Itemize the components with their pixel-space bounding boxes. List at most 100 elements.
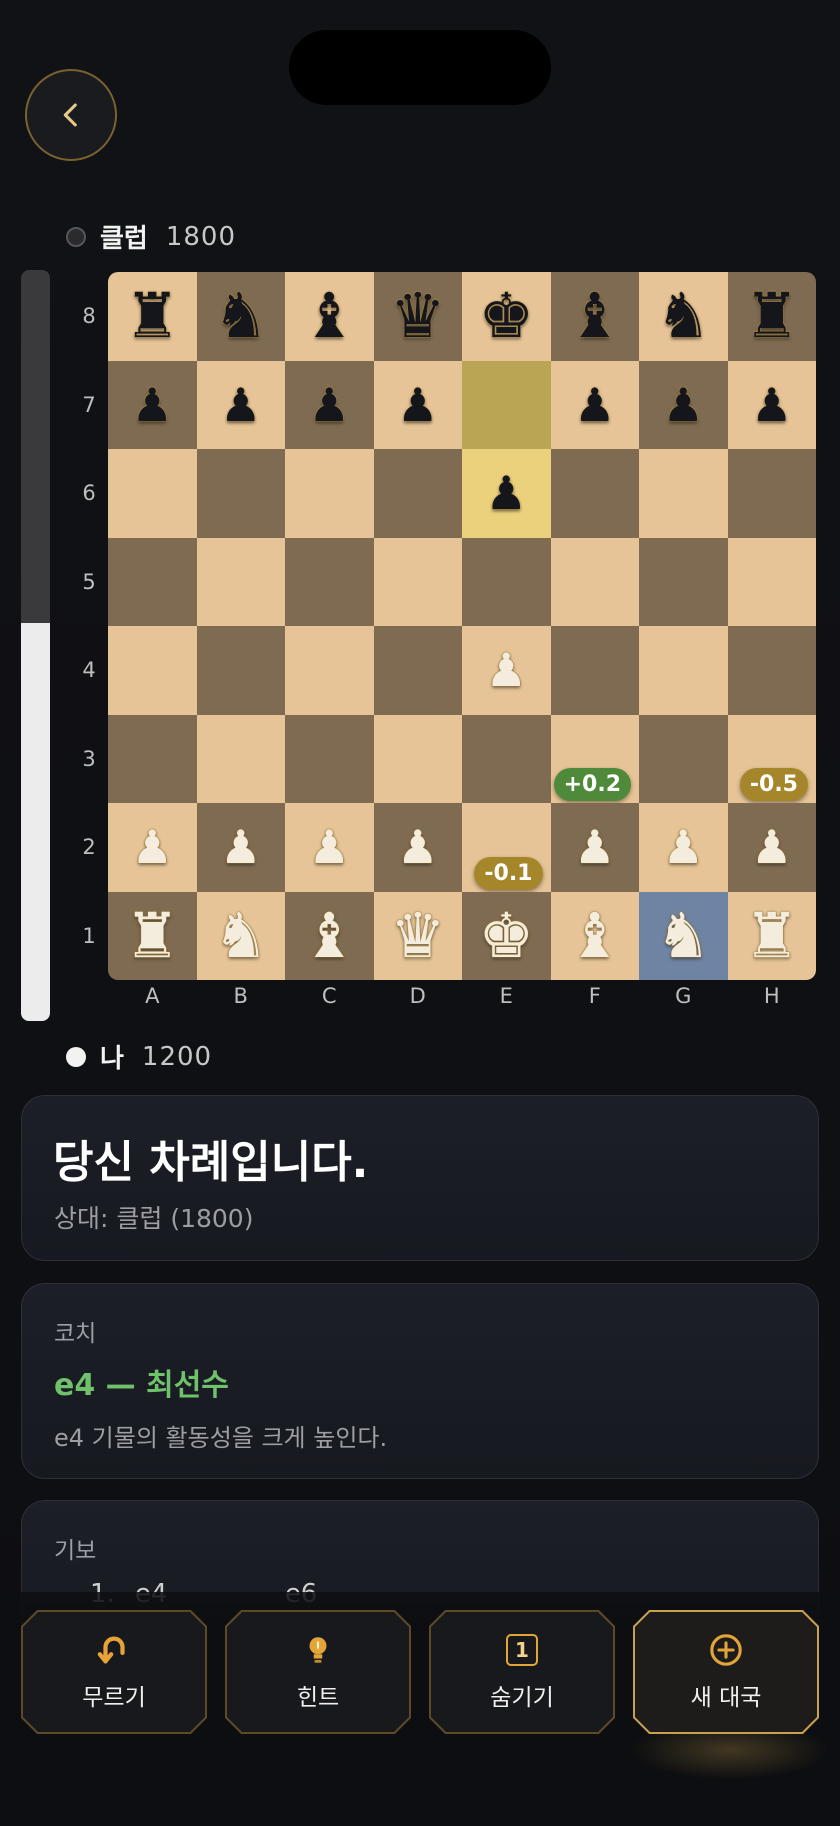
square-d8[interactable]: ♛ — [373, 272, 462, 361]
square-d5[interactable] — [373, 537, 462, 626]
square-a7[interactable]: ♟ — [108, 360, 197, 449]
square-c7[interactable]: ♟ — [285, 360, 374, 449]
square-a1[interactable]: ♜ — [108, 891, 197, 980]
square-h5[interactable] — [727, 537, 816, 626]
black-pawn-icon[interactable]: ♟ — [132, 382, 173, 428]
white-pawn-icon[interactable]: ♟ — [486, 647, 527, 693]
square-e5[interactable] — [462, 537, 551, 626]
square-b7[interactable]: ♟ — [196, 360, 285, 449]
square-a3[interactable] — [108, 714, 197, 803]
square-b4[interactable] — [196, 626, 285, 715]
square-h2[interactable]: ♟ — [727, 803, 816, 892]
square-e1[interactable]: ♚ — [462, 891, 551, 980]
square-c5[interactable] — [285, 537, 374, 626]
square-f7[interactable]: ♟ — [550, 360, 639, 449]
square-g5[interactable] — [639, 537, 728, 626]
black-pawn-icon[interactable]: ♟ — [663, 382, 704, 428]
square-g3[interactable] — [639, 714, 728, 803]
black-pawn-icon[interactable]: ♟ — [486, 470, 527, 516]
black-pawn-icon[interactable]: ♟ — [220, 382, 261, 428]
square-b1[interactable]: ♞ — [196, 891, 285, 980]
square-f1[interactable]: ♝ — [550, 891, 639, 980]
square-f2[interactable]: ♟ — [550, 803, 639, 892]
square-b6[interactable] — [196, 449, 285, 538]
white-pawn-icon[interactable]: ♟ — [751, 824, 792, 870]
hide-eval-button[interactable]: 1 숨기기 — [429, 1610, 615, 1734]
square-c1[interactable]: ♝ — [285, 891, 374, 980]
black-queen-icon[interactable]: ♛ — [390, 285, 446, 347]
square-f8[interactable]: ♝ — [550, 272, 639, 361]
black-rook-icon[interactable]: ♜ — [744, 285, 800, 347]
square-a6[interactable] — [108, 449, 197, 538]
square-d1[interactable]: ♛ — [373, 891, 462, 980]
square-c3[interactable] — [285, 714, 374, 803]
white-pawn-icon[interactable]: ♟ — [397, 824, 438, 870]
square-e6[interactable]: ♟ — [462, 449, 551, 538]
square-h4[interactable] — [727, 626, 816, 715]
white-knight-icon[interactable]: ♞ — [655, 904, 711, 967]
black-pawn-icon[interactable]: ♟ — [574, 382, 615, 428]
square-b3[interactable] — [196, 714, 285, 803]
hint-button[interactable]: 힌트 — [225, 1610, 411, 1734]
square-d3[interactable] — [373, 714, 462, 803]
square-d2[interactable]: ♟ — [373, 803, 462, 892]
back-button[interactable] — [25, 69, 117, 161]
square-f3[interactable]: +0.2 — [550, 714, 639, 803]
square-b2[interactable]: ♟ — [196, 803, 285, 892]
black-knight-icon[interactable]: ♞ — [655, 285, 711, 347]
square-a8[interactable]: ♜ — [108, 272, 197, 361]
square-h7[interactable]: ♟ — [727, 360, 816, 449]
square-e4[interactable]: ♟ — [462, 626, 551, 715]
square-g4[interactable] — [639, 626, 728, 715]
square-d6[interactable] — [373, 449, 462, 538]
white-bishop-icon[interactable]: ♝ — [301, 904, 357, 967]
square-h8[interactable]: ♜ — [727, 272, 816, 361]
square-g1[interactable]: ♞ — [639, 891, 728, 980]
black-pawn-icon[interactable]: ♟ — [751, 382, 792, 428]
black-king-icon[interactable]: ♚ — [478, 285, 534, 347]
square-h1[interactable]: ♜ — [727, 891, 816, 980]
square-f5[interactable] — [550, 537, 639, 626]
chess-board[interactable]: ♜ ♞ ♝ ♛ ♚ ♝ ♞ ♜ ♟ ♟ ♟ ♟ ♟ ♟ ♟ ♟ ♟ +0.2 -0.5 ♟ ♟ ♟ ♟ -0.1 ♟ ♟ ♟ ♜ ♞ ♝ ♛… — [108, 272, 816, 980]
square-g8[interactable]: ♞ — [639, 272, 728, 361]
black-knight-icon[interactable]: ♞ — [213, 285, 269, 347]
white-queen-icon[interactable]: ♛ — [390, 904, 446, 967]
square-d7[interactable]: ♟ — [373, 360, 462, 449]
square-e2[interactable]: -0.1 — [462, 803, 551, 892]
white-knight-icon[interactable]: ♞ — [213, 904, 269, 967]
square-e8[interactable]: ♚ — [462, 272, 551, 361]
white-pawn-icon[interactable]: ♟ — [132, 824, 173, 870]
white-pawn-icon[interactable]: ♟ — [309, 824, 350, 870]
square-f6[interactable] — [550, 449, 639, 538]
black-rook-icon[interactable]: ♜ — [124, 285, 180, 347]
square-e7[interactable] — [462, 360, 551, 449]
square-b8[interactable]: ♞ — [196, 272, 285, 361]
white-bishop-icon[interactable]: ♝ — [567, 904, 623, 967]
square-a2[interactable]: ♟ — [108, 803, 197, 892]
square-c2[interactable]: ♟ — [285, 803, 374, 892]
square-c6[interactable] — [285, 449, 374, 538]
white-rook-icon[interactable]: ♜ — [124, 904, 180, 967]
white-pawn-icon[interactable]: ♟ — [220, 824, 261, 870]
white-rook-icon[interactable]: ♜ — [744, 904, 800, 967]
white-pawn-icon[interactable]: ♟ — [663, 824, 704, 870]
white-pawn-icon[interactable]: ♟ — [574, 824, 615, 870]
square-c4[interactable] — [285, 626, 374, 715]
black-pawn-icon[interactable]: ♟ — [309, 382, 350, 428]
square-g6[interactable] — [639, 449, 728, 538]
square-h3[interactable]: -0.5 — [727, 714, 816, 803]
square-d4[interactable] — [373, 626, 462, 715]
square-a5[interactable] — [108, 537, 197, 626]
undo-button[interactable]: 무르기 — [21, 1610, 207, 1734]
square-h6[interactable] — [727, 449, 816, 538]
black-pawn-icon[interactable]: ♟ — [397, 382, 438, 428]
black-bishop-icon[interactable]: ♝ — [567, 285, 623, 347]
square-c8[interactable]: ♝ — [285, 272, 374, 361]
square-g7[interactable]: ♟ — [639, 360, 728, 449]
white-king-icon[interactable]: ♚ — [478, 904, 534, 967]
square-b5[interactable] — [196, 537, 285, 626]
black-bishop-icon[interactable]: ♝ — [301, 285, 357, 347]
new-game-button[interactable]: 새 대국 — [633, 1610, 819, 1734]
square-f4[interactable] — [550, 626, 639, 715]
square-e3[interactable] — [462, 714, 551, 803]
